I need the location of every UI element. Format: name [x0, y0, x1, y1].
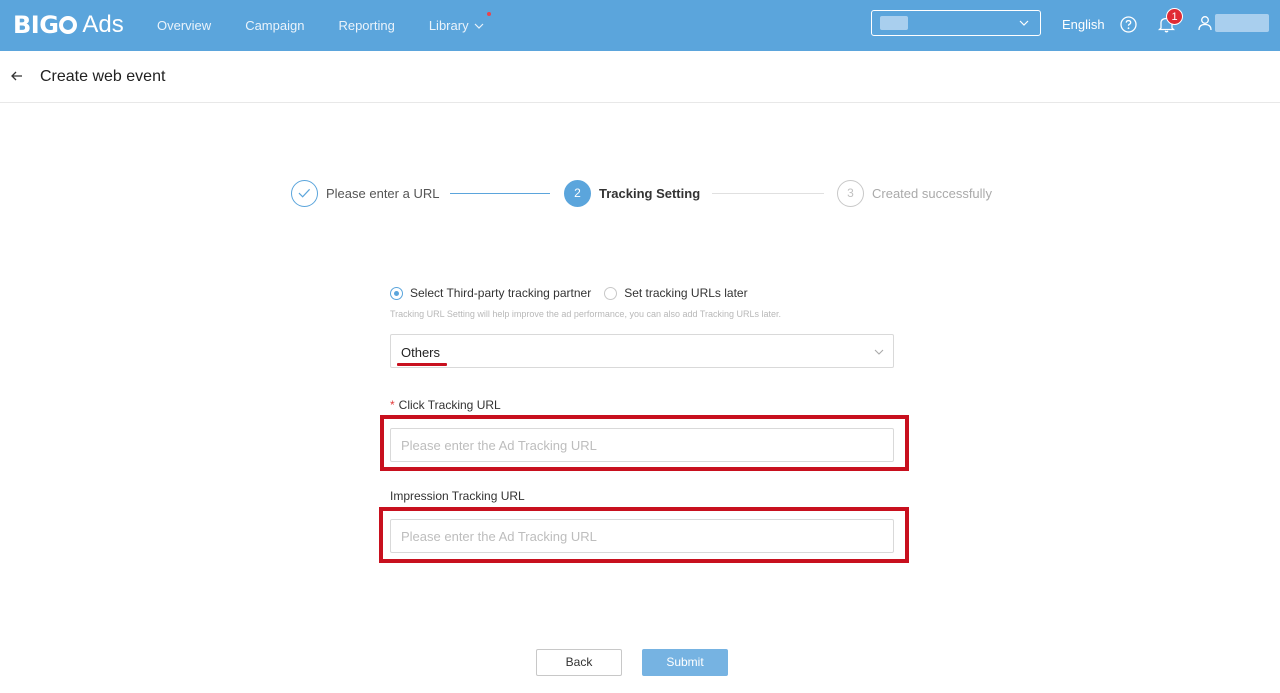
radio-label: Select Third-party tracking partner — [410, 286, 592, 300]
annotation-underline — [397, 363, 447, 366]
step-label: Please enter a URL — [326, 186, 440, 201]
tracking-setting-form: Select Third-party tracking partner Set … — [390, 284, 894, 553]
main-nav: Overview Campaign Reporting Library — [157, 0, 519, 51]
nav-item-campaign[interactable]: Campaign — [245, 18, 304, 33]
new-indicator-dot — [486, 12, 491, 16]
chevron-down-icon — [874, 349, 884, 355]
back-button[interactable]: Back — [536, 649, 622, 676]
partner-select-value: Others — [401, 345, 441, 360]
nav-item-library[interactable]: Library — [428, 12, 491, 33]
bigo-ads-logo[interactable]: BIG Ads — [13, 11, 124, 39]
step-label: Tracking Setting — [599, 186, 701, 201]
nav-item-reporting[interactable]: Reporting — [338, 18, 394, 33]
user-avatar-icon[interactable] — [1197, 15, 1213, 31]
page-title: Create web event — [40, 68, 166, 85]
notification-count-badge: 1 — [1166, 8, 1183, 25]
nav-item-label: Overview — [157, 18, 212, 33]
checkmark-icon — [298, 188, 311, 198]
step-done-circle — [291, 180, 318, 207]
nav-item-label: Reporting — [338, 18, 395, 33]
nav-item-label: Campaign — [245, 18, 305, 33]
annotation-highlight-box — [379, 507, 909, 563]
radio-set-urls-later[interactable]: Set tracking URLs later — [604, 286, 748, 300]
progress-steps: Please enter a URL 2 Tracking Setting 3 … — [291, 180, 1011, 208]
account-selector[interactable] — [871, 10, 1041, 36]
top-navigation-bar: BIG Ads Overview Campaign Reporting Libr… — [0, 0, 1280, 51]
partner-select[interactable]: Others — [390, 334, 894, 368]
radio-button-checked[interactable] — [390, 286, 403, 300]
impression-tracking-url-label: Impression Tracking URL — [390, 489, 525, 503]
required-asterisk: * — [390, 398, 395, 412]
tracking-mode-radio-group: Select Third-party tracking partner Set … — [390, 284, 894, 302]
language-switcher[interactable]: English — [1062, 17, 1105, 32]
nav-item-label: Library — [428, 18, 469, 33]
user-name-redacted — [1215, 14, 1269, 32]
nav-item-overview[interactable]: Overview — [157, 18, 211, 33]
annotation-highlight-box — [380, 415, 909, 471]
chevron-down-icon — [474, 23, 484, 29]
logo-wordmark: BIG — [13, 11, 59, 39]
account-name-redacted — [880, 16, 908, 30]
page-header: Create web event — [0, 51, 1280, 103]
submit-button[interactable]: Submit — [642, 649, 728, 676]
back-arrow-icon[interactable] — [9, 68, 25, 84]
radio-third-party-partner[interactable]: Select Third-party tracking partner — [390, 286, 591, 300]
step-connector — [712, 193, 824, 194]
step-connector — [450, 193, 550, 194]
logo-o-ring — [59, 16, 78, 34]
step-number: 3 — [837, 180, 864, 207]
field-label-text: Click Tracking URL — [398, 398, 501, 412]
tracking-hint-text: Tracking URL Setting will help improve t… — [390, 309, 782, 319]
radio-button-unchecked[interactable] — [604, 286, 618, 300]
logo-ads-text: Ads — [82, 11, 124, 38]
help-icon[interactable] — [1120, 16, 1137, 33]
radio-label: Set tracking URLs later — [624, 286, 748, 300]
step-number: 2 — [564, 180, 591, 207]
click-tracking-url-label: * Click Tracking URL — [390, 398, 501, 412]
step-label: Created successfully — [872, 186, 992, 201]
chevron-down-icon — [1019, 20, 1029, 26]
